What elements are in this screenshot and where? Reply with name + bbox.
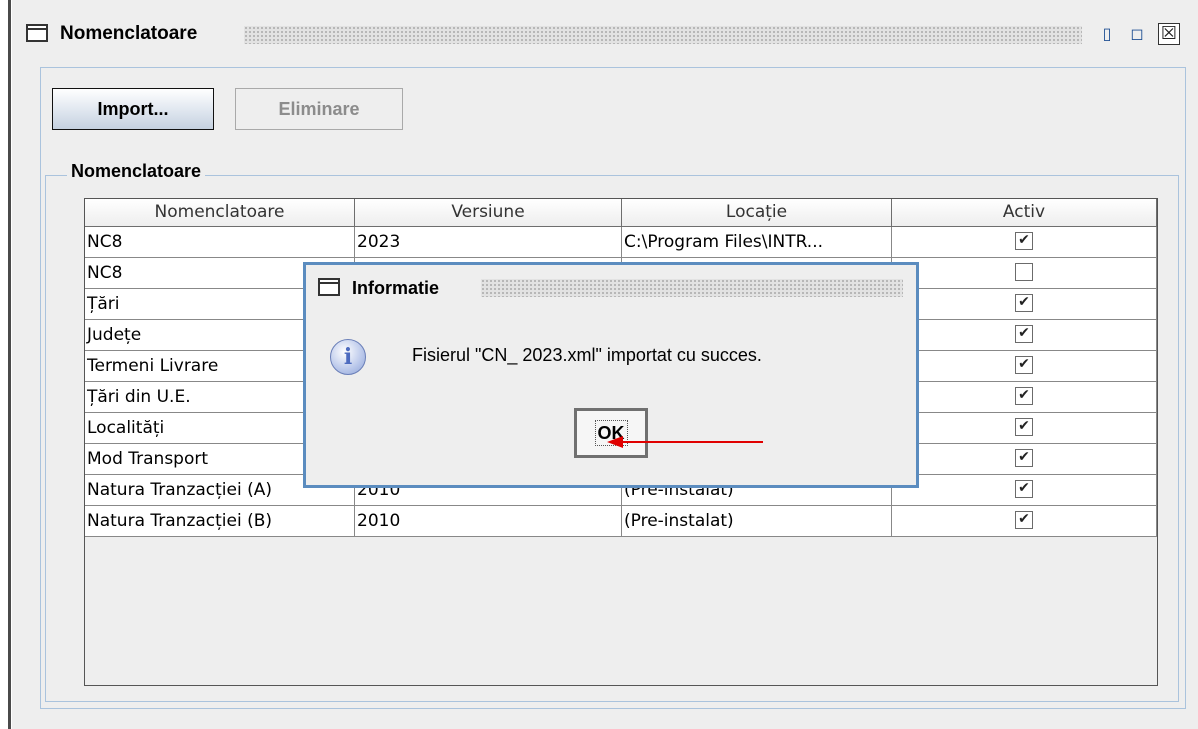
group-title: Nomenclatoare — [67, 161, 206, 182]
cell-active: ✔ — [892, 444, 1157, 475]
active-checkbox[interactable]: ✔ — [1015, 387, 1033, 405]
table-row[interactable]: NC8 2023 C:\Program Files\INTR... ✔ — [85, 227, 1157, 258]
active-checkbox[interactable]: ✔ — [1015, 232, 1033, 250]
active-checkbox[interactable]: ✔ — [1015, 418, 1033, 436]
dialog-title: Informatie — [352, 278, 440, 298]
cell-active — [892, 258, 1157, 289]
table-row[interactable]: Natura Tranzacției (B) 2010 (Pre-instalat)… — [85, 506, 1157, 537]
maximize-icon[interactable]: ◻ — [1126, 23, 1148, 45]
dialog-window-icon — [318, 278, 340, 296]
cell-active: ✔ — [892, 413, 1157, 444]
close-icon[interactable]: ☒ — [1158, 23, 1180, 45]
annotation-arrow — [607, 436, 763, 448]
active-checkbox[interactable]: ✔ — [1015, 294, 1033, 312]
toolbar-panel: Import... Eliminare — [41, 68, 1185, 148]
import-button-label: Import... — [97, 99, 169, 119]
dialog-titlebar-grip — [481, 279, 903, 297]
active-checkbox[interactable]: ✔ — [1015, 449, 1033, 467]
remove-button: Eliminare — [235, 88, 403, 130]
info-dialog: Informatie i Fisierul "CN_ 2023.xml" imp… — [303, 262, 919, 488]
arrow-head — [607, 436, 623, 448]
column-header-location[interactable]: Locație — [622, 199, 892, 227]
cell-active: ✔ — [892, 382, 1157, 413]
cell-version: 2010 — [355, 506, 622, 537]
active-checkbox[interactable] — [1015, 263, 1033, 281]
import-button[interactable]: Import... — [52, 88, 214, 130]
cell-active: ✔ — [892, 320, 1157, 351]
column-header-version[interactable]: Versiune — [355, 199, 622, 227]
frame-title: Nomenclatoare — [60, 23, 198, 44]
column-header-name[interactable]: Nomenclatoare — [85, 199, 355, 227]
cell-active: ✔ — [892, 289, 1157, 320]
cell-location: C:\Program Files\INTR... — [622, 227, 892, 258]
cell-location: (Pre-instalat) — [622, 506, 892, 537]
info-icon: i — [330, 339, 366, 375]
cell-active: ✔ — [892, 506, 1157, 537]
window-left-edge — [8, 0, 11, 729]
window-icon — [26, 24, 48, 42]
column-header-active[interactable]: Activ — [892, 199, 1157, 227]
titlebar-grip — [244, 26, 1082, 44]
cell-active: ✔ — [892, 351, 1157, 382]
table-header: Nomenclatoare Versiune Locație Activ — [85, 199, 1157, 227]
active-checkbox[interactable]: ✔ — [1015, 356, 1033, 374]
cell-name: NC8 — [85, 227, 355, 258]
dialog-message: Fisierul "CN_ 2023.xml" importat cu succ… — [412, 345, 762, 365]
cell-name: Natura Tranzacției (B) — [85, 506, 355, 537]
dialog-titlebar[interactable]: Informatie — [306, 265, 916, 309]
cell-active: ✔ — [892, 227, 1157, 258]
iconify-icon[interactable]: ▯ — [1096, 23, 1118, 45]
active-checkbox[interactable]: ✔ — [1015, 511, 1033, 529]
active-checkbox[interactable]: ✔ — [1015, 325, 1033, 343]
active-checkbox[interactable]: ✔ — [1015, 480, 1033, 498]
frame-titlebar[interactable]: Nomenclatoare ▯ ◻ ☒ — [12, 14, 1198, 52]
cell-active: ✔ — [892, 475, 1157, 506]
cell-version: 2023 — [355, 227, 622, 258]
